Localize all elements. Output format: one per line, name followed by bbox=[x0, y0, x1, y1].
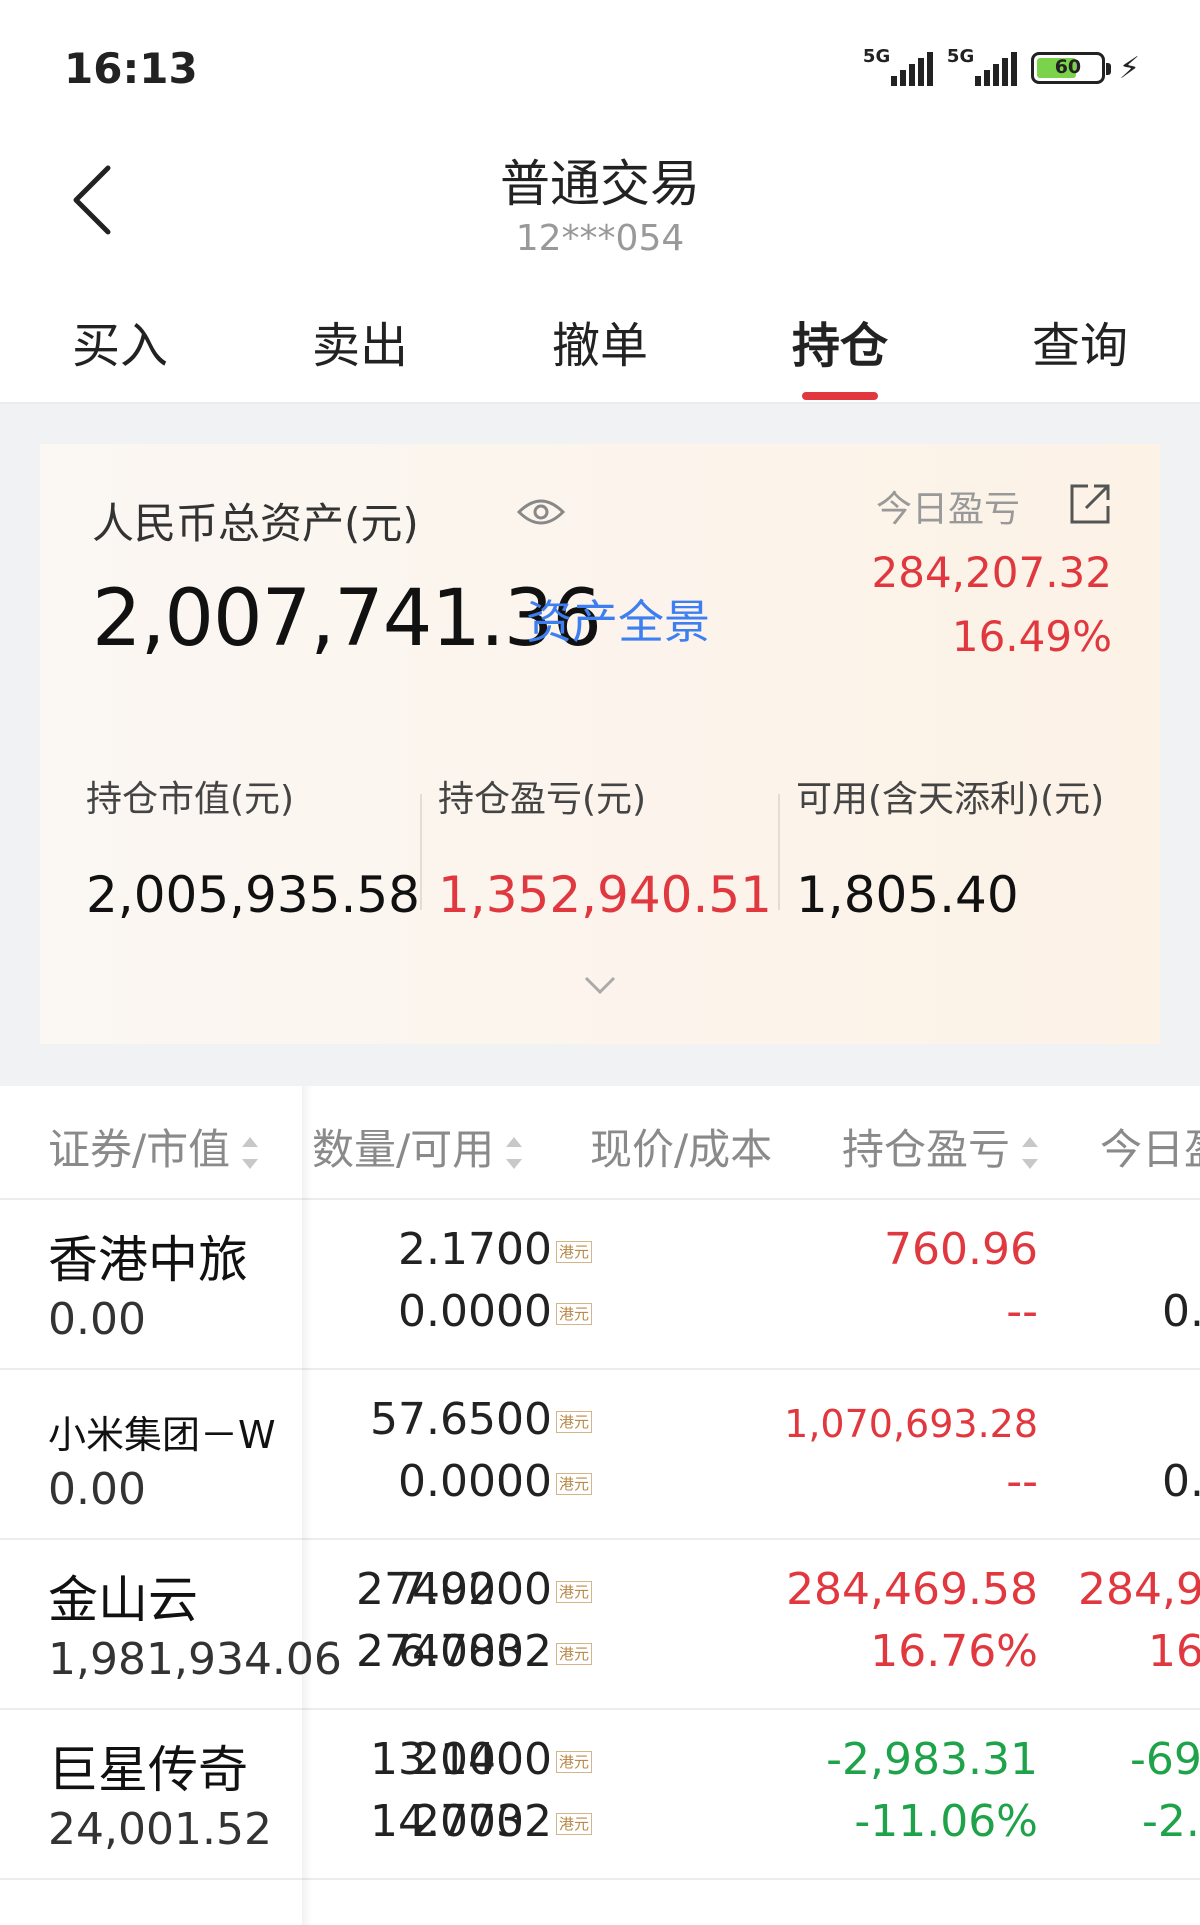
current-price: 7.9200 港元 bbox=[398, 1564, 592, 1615]
sort-icon bbox=[242, 1136, 259, 1169]
cost-price: 6.7832 港元 bbox=[398, 1626, 592, 1677]
current-price: 57.6500 港元 bbox=[370, 1394, 592, 1445]
asset-panorama-link[interactable]: 资产全景 bbox=[526, 586, 710, 652]
metric-value: 1,352,940.51 bbox=[438, 866, 772, 924]
current-price: 13.1400 港元 bbox=[370, 1734, 592, 1785]
table-row[interactable]: 巨星传奇 24,001.52 2000 2000 13.1400 港元 14.77… bbox=[0, 1708, 1200, 1880]
tab-positions[interactable]: 持仓 bbox=[720, 306, 960, 376]
position-pnl-percent: 16.76% bbox=[870, 1626, 1038, 1677]
divider bbox=[778, 794, 780, 910]
market-value-metric: 持仓市值(元) 2,005,935.58 bbox=[86, 770, 420, 924]
security-name: 小米集团－W bbox=[48, 1413, 276, 1457]
header-today-pnl[interactable]: 今日盈 bbox=[1100, 1116, 1200, 1177]
tab-sell[interactable]: 卖出 bbox=[240, 306, 480, 376]
table-row[interactable]: 香港中旅 0.00 0 0 2.1700 港元 0.0000 港元 760.96 -… bbox=[0, 1198, 1200, 1370]
currency-badge: 港元 bbox=[555, 1303, 592, 1325]
security-market-value: 1,981,934.06 bbox=[48, 1634, 342, 1685]
signal-icon: 5G bbox=[947, 46, 1017, 90]
eye-icon[interactable] bbox=[516, 492, 566, 532]
status-bar: 16:13 5G 5G 60 ⚡ bbox=[0, 0, 1200, 130]
today-pnl-percent: -2. bbox=[1142, 1796, 1200, 1847]
cost-price: 0.0000 港元 bbox=[398, 1286, 592, 1337]
tab-cancel[interactable]: 撤单 bbox=[480, 306, 720, 376]
today-pnl-value: 284,207.32 bbox=[871, 548, 1112, 597]
asset-summary-card: 人民币总资产(元) 2,007,741.36 资产全景 今日盈亏 284,207… bbox=[40, 444, 1160, 1044]
today-pnl-percent: 0. bbox=[1162, 1456, 1200, 1507]
account-number: 12***054 bbox=[515, 218, 685, 259]
metric-value: 1,805.40 bbox=[796, 866, 1019, 924]
status-time: 16:13 bbox=[64, 44, 198, 93]
table-row[interactable]: 金山云 1,981,934.06 274000 274000 7.9200 港元 … bbox=[0, 1538, 1200, 1710]
security-name: 金山云 bbox=[48, 1571, 198, 1629]
metric-label: 持仓市值(元) bbox=[86, 779, 295, 820]
positions-table: 证券/市值 数量/可用 现价/成本 持仓盈亏 今日盈 香港中旅 0.00 0 0… bbox=[0, 1086, 1200, 1925]
position-pnl: 1,070,693.28 bbox=[784, 1402, 1038, 1446]
share-icon[interactable] bbox=[1068, 482, 1112, 526]
battery-level: 60 bbox=[1054, 56, 1082, 78]
currency-badge: 港元 bbox=[555, 1411, 592, 1433]
status-icons: 5G 5G 60 ⚡ bbox=[863, 46, 1140, 90]
charging-icon: ⚡ bbox=[1118, 50, 1140, 86]
position-pnl-percent: -11.06% bbox=[854, 1796, 1038, 1847]
position-pnl-percent: -- bbox=[1006, 1456, 1038, 1507]
available-funds-metric: 可用(含天添利)(元) 1,805.40 bbox=[796, 770, 1104, 924]
nav-bar: 普通交易 12***054 bbox=[0, 130, 1200, 280]
position-pnl: 284,469.58 bbox=[786, 1564, 1038, 1615]
today-pnl-percent: 16. bbox=[1148, 1626, 1200, 1677]
position-pnl-metric: 持仓盈亏(元) 1,352,940.51 bbox=[438, 770, 772, 924]
page-title: 普通交易 bbox=[500, 155, 700, 213]
tab-query[interactable]: 查询 bbox=[960, 306, 1200, 376]
total-assets-label: 人民币总资产(元) bbox=[92, 499, 419, 548]
metric-label: 可用(含天添利)(元) bbox=[796, 779, 1105, 820]
today-pnl: -69 bbox=[1130, 1734, 1200, 1785]
today-pnl-label: 今日盈亏 bbox=[875, 489, 1020, 530]
header-price: 现价/成本 bbox=[590, 1125, 773, 1174]
currency-badge: 港元 bbox=[555, 1643, 592, 1665]
position-pnl: -2,983.31 bbox=[826, 1734, 1038, 1785]
chevron-down-icon[interactable] bbox=[580, 974, 620, 998]
security-market-value: 24,001.52 bbox=[48, 1804, 272, 1855]
tab-buy[interactable]: 买入 bbox=[0, 306, 240, 376]
security-market-value: 0.00 bbox=[48, 1464, 146, 1515]
security-market-value: 0.00 bbox=[48, 1294, 146, 1345]
signal-icon: 5G bbox=[863, 46, 933, 90]
metric-label: 持仓盈亏(元) bbox=[438, 779, 647, 820]
currency-badge: 港元 bbox=[555, 1473, 592, 1495]
currency-badge: 港元 bbox=[555, 1813, 592, 1835]
battery-icon: 60 bbox=[1030, 52, 1111, 84]
position-pnl: 760.96 bbox=[884, 1224, 1038, 1275]
currency-badge: 港元 bbox=[555, 1581, 592, 1603]
header-pnl[interactable]: 持仓盈亏 bbox=[842, 1116, 1039, 1177]
tab-active-indicator bbox=[802, 392, 878, 400]
sort-icon bbox=[506, 1136, 523, 1169]
current-price: 2.1700 港元 bbox=[398, 1224, 592, 1275]
header-quantity[interactable]: 数量/可用 bbox=[312, 1116, 523, 1177]
today-pnl-percent: 16.49% bbox=[951, 612, 1112, 661]
currency-badge: 港元 bbox=[555, 1241, 592, 1263]
table-header: 证券/市值 数量/可用 现价/成本 持仓盈亏 今日盈 bbox=[0, 1086, 1200, 1200]
network-type-label: 5G bbox=[946, 46, 975, 67]
total-assets-value: 2,007,741.36 bbox=[92, 574, 602, 664]
today-pnl: 284,90 bbox=[1078, 1564, 1200, 1615]
cost-price: 14.7732 港元 bbox=[370, 1796, 592, 1847]
network-type-label: 5G bbox=[862, 46, 891, 67]
cost-price: 0.0000 港元 bbox=[398, 1456, 592, 1507]
currency-badge: 港元 bbox=[555, 1751, 592, 1773]
today-pnl-percent: 0. bbox=[1162, 1286, 1200, 1337]
header-security[interactable]: 证券/市值 bbox=[48, 1116, 259, 1177]
sort-icon bbox=[1022, 1136, 1039, 1169]
security-name: 巨星传奇 bbox=[48, 1741, 248, 1799]
frozen-column-shadow bbox=[302, 1086, 312, 1925]
divider bbox=[420, 794, 422, 910]
position-pnl-percent: -- bbox=[1006, 1286, 1038, 1337]
metric-value: 2,005,935.58 bbox=[86, 866, 420, 924]
security-name: 香港中旅 bbox=[48, 1231, 248, 1289]
trade-tabs: 买入 卖出 撤单 持仓 查询 bbox=[0, 280, 1200, 404]
table-row[interactable]: 小米集团－W 0.00 0 0 57.6500 港元 0.0000 港元 1,070… bbox=[0, 1368, 1200, 1540]
